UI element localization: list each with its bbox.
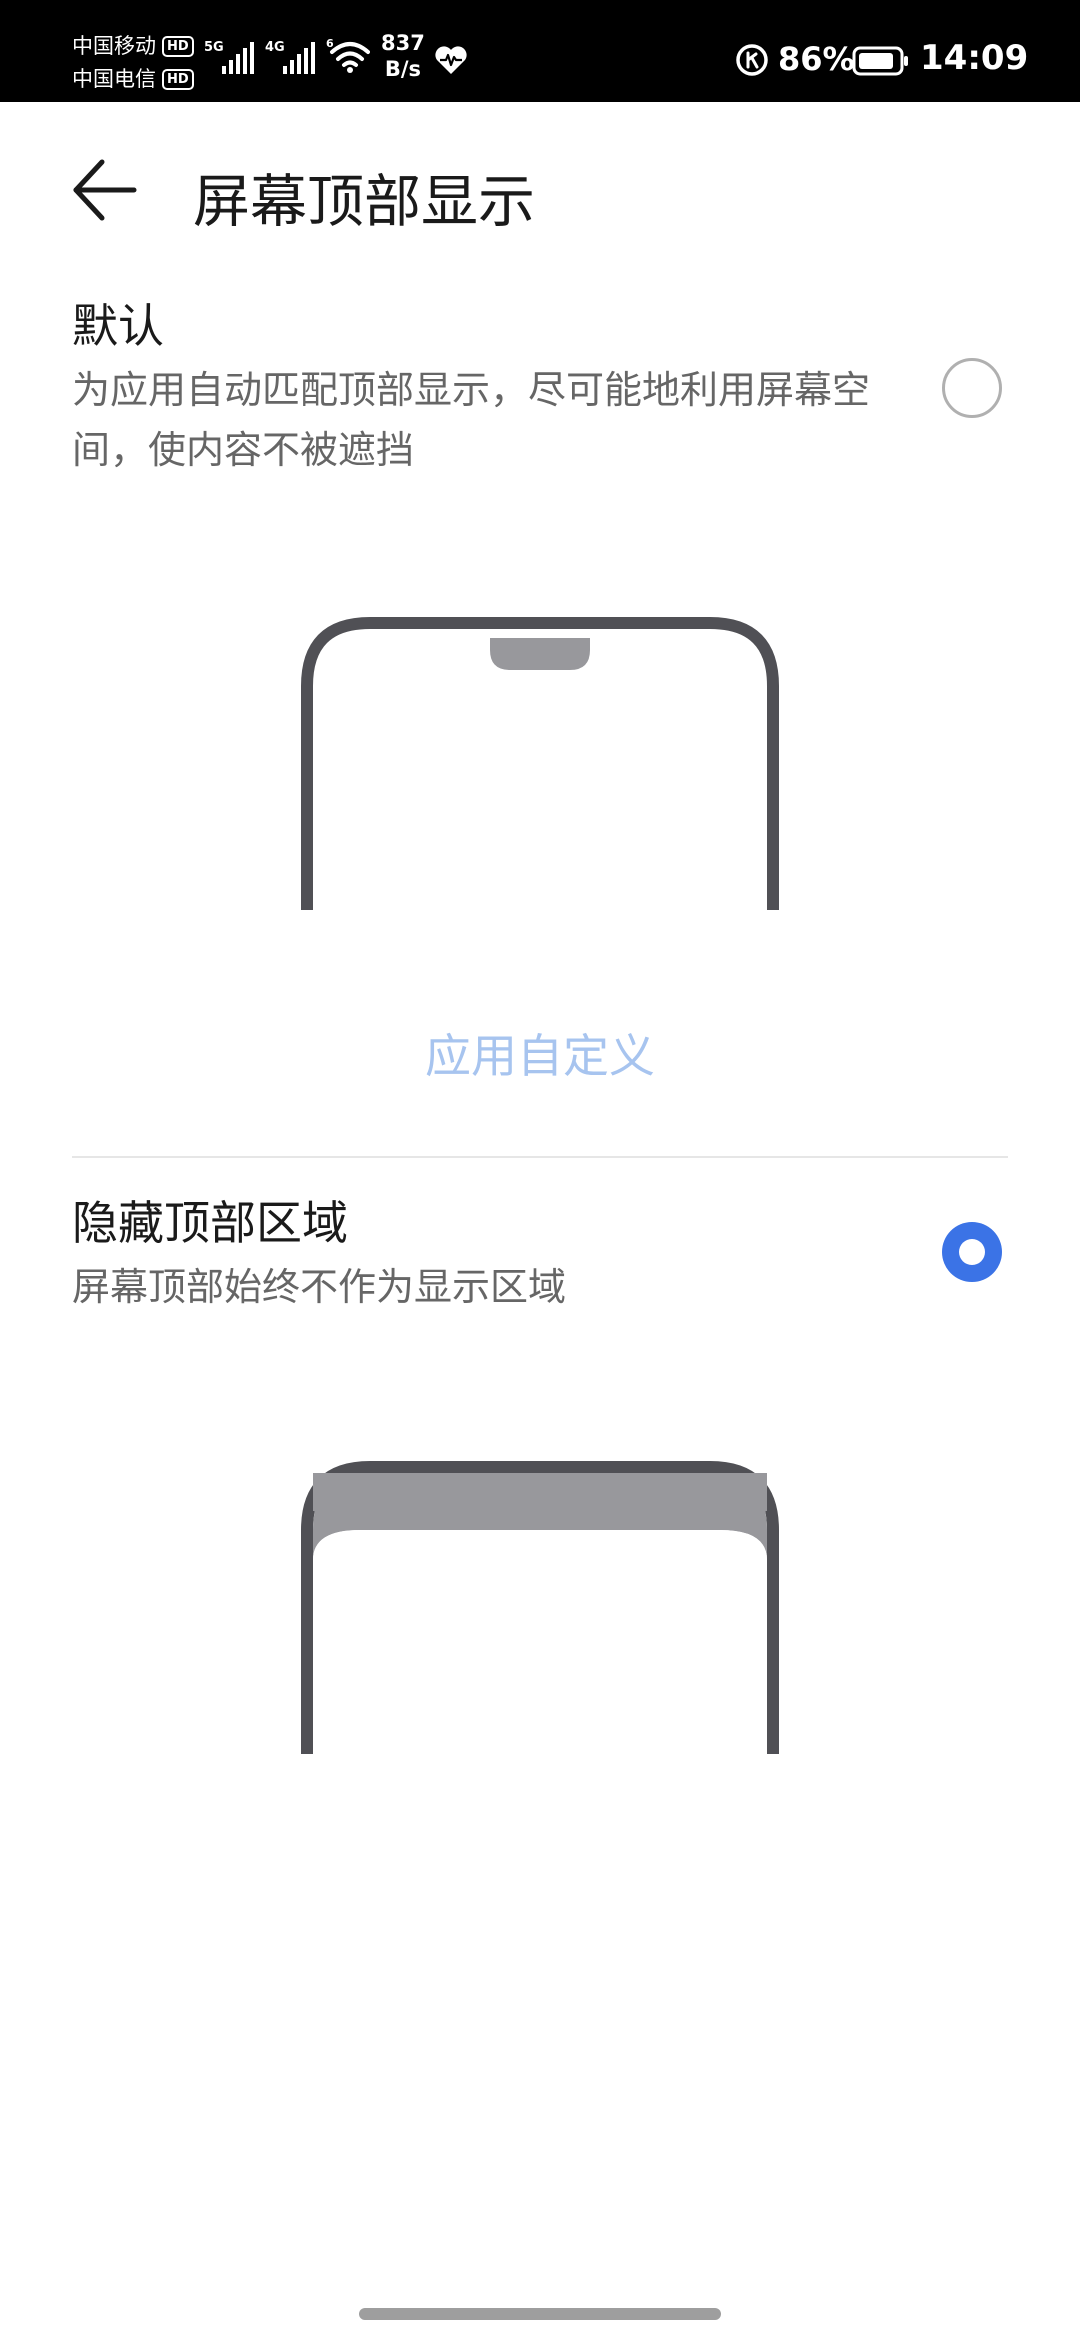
- option-default-title: 默认: [72, 299, 164, 353]
- hd-badge: HD: [162, 36, 194, 57]
- hd-call-icon: [736, 44, 768, 76]
- app-bar: 屏幕顶部显示: [0, 102, 1080, 272]
- radio-hide-top-area[interactable]: [942, 1222, 1002, 1282]
- carrier-info: 中国移动 HD 中国电信 HD: [72, 30, 194, 96]
- option-hide-top-area-title: 隐藏顶部区域: [72, 1196, 348, 1250]
- radio-default[interactable]: [942, 358, 1002, 418]
- network-speed: 837 B/s: [381, 30, 425, 82]
- heart-icon: [435, 46, 467, 74]
- status-bar: 中国移动 HD 中国电信 HD 5G 4G 6 837 B/s 86% 14:0…: [0, 0, 1080, 102]
- page-title: 屏幕顶部显示: [193, 169, 535, 235]
- wifi-generation: 6: [326, 38, 334, 50]
- option-hide-top-area-description: 屏幕顶部始终不作为显示区域: [72, 1265, 567, 1309]
- status-time: 14:09: [920, 38, 1029, 78]
- battery-icon: [852, 46, 908, 76]
- signal-icon: 4G: [265, 36, 321, 80]
- home-indicator[interactable]: [359, 2308, 721, 2320]
- hd-badge: HD: [162, 69, 194, 90]
- hidden-top-illustration: [301, 1461, 779, 1754]
- app-custom-link[interactable]: 应用自定义: [0, 1020, 1080, 1086]
- carrier-1-label: 中国移动: [72, 34, 156, 58]
- screen: 中国移动 HD 中国电信 HD 5G 4G 6 837 B/s 86% 14:0…: [0, 0, 1080, 2340]
- signal-icon: 5G: [204, 36, 260, 80]
- network-speed-value: 837: [381, 31, 425, 55]
- option-default[interactable]: 默认 为应用自动匹配顶部显示，尽可能地利用屏幕空间，使内容不被遮挡: [72, 296, 1008, 480]
- option-default-description: 为应用自动匹配顶部显示，尽可能地利用屏幕空间，使内容不被遮挡: [72, 368, 871, 472]
- default-notch-illustration: [301, 617, 779, 910]
- wifi-icon: 6: [326, 38, 370, 73]
- carrier-2-label: 中国电信: [72, 67, 156, 91]
- signal-1-generation: 5G: [204, 40, 224, 55]
- divider: [72, 1156, 1008, 1158]
- network-speed-unit: B/s: [384, 57, 422, 81]
- battery-percent: 86%: [778, 40, 855, 78]
- option-hide-top-area[interactable]: 隐藏顶部区域 屏幕顶部始终不作为显示区域: [72, 1193, 1008, 1317]
- signal-2-generation: 4G: [265, 40, 285, 55]
- back-arrow-icon[interactable]: [70, 152, 146, 228]
